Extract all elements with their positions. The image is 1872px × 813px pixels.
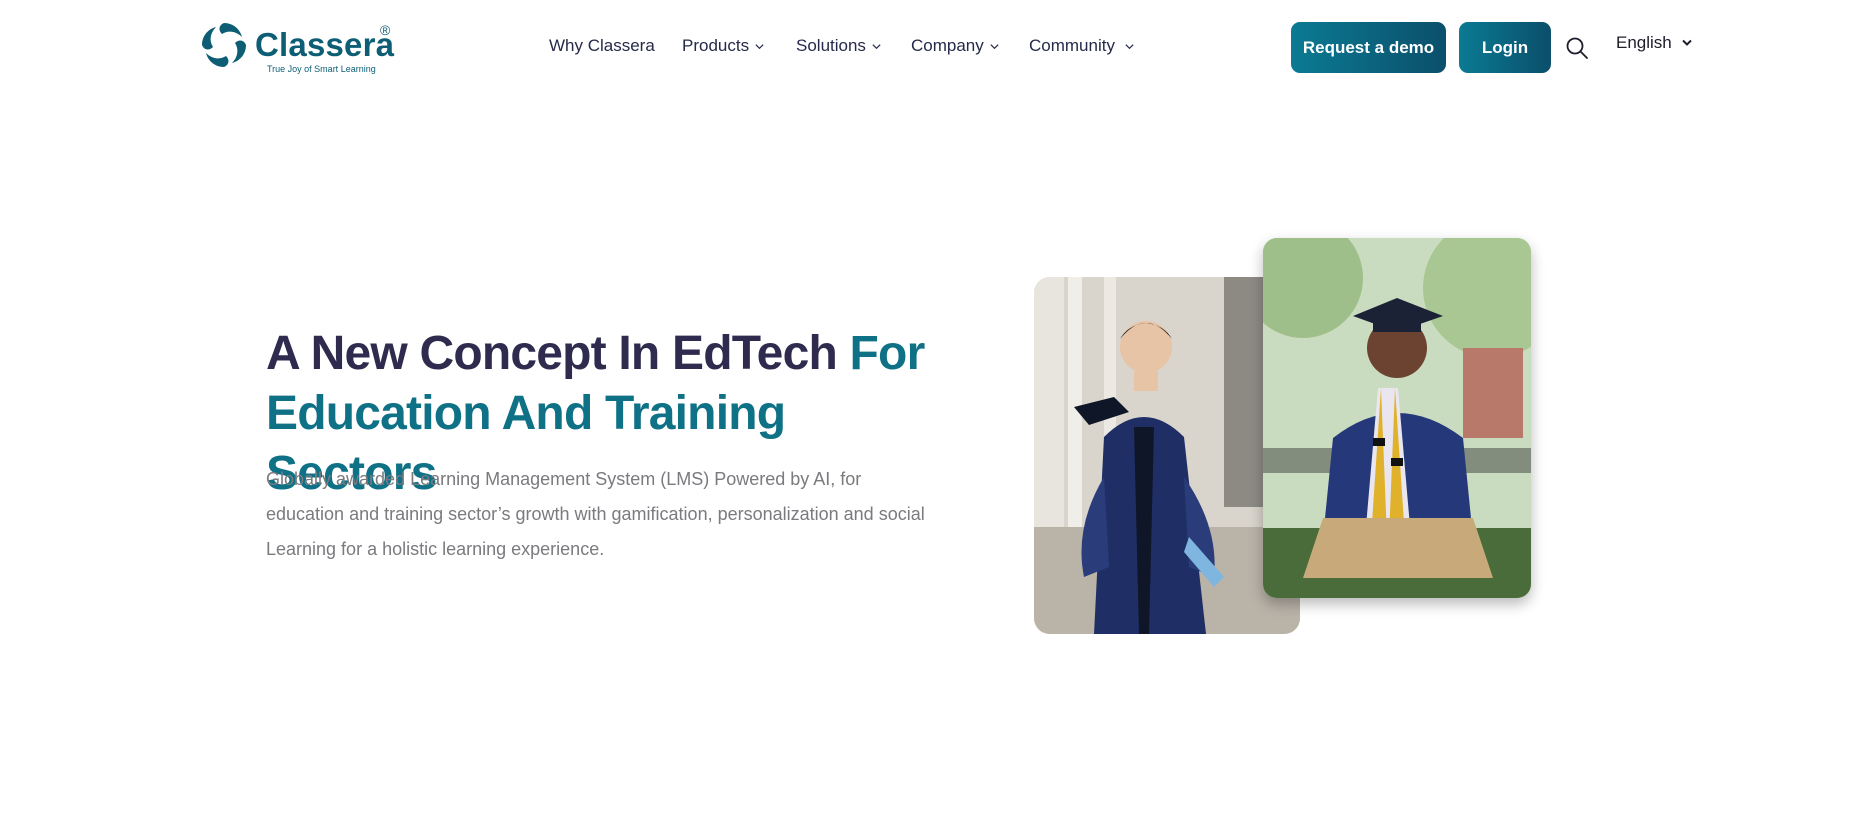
nav-item-label: Products	[682, 36, 750, 55]
chevron-down-icon	[755, 43, 764, 49]
login-button[interactable]: Login	[1459, 22, 1551, 73]
classera-logo-icon	[202, 23, 246, 67]
language-selector[interactable]: English	[1616, 33, 1692, 53]
hero-photo-graduate-seated	[1263, 238, 1531, 598]
chevron-down-icon	[1125, 43, 1134, 49]
brand-name: Classera	[255, 26, 395, 63]
nav-item-community[interactable]: Community	[1029, 36, 1135, 56]
hero-photo-graduate-gown	[1034, 277, 1300, 634]
nav-item-label: Why Classera	[549, 36, 655, 55]
search-icon[interactable]	[1565, 36, 1589, 60]
hero-description: Globally awarded Learning Management Sys…	[266, 469, 925, 559]
nav-item-label: Company	[911, 36, 984, 55]
language-label: English	[1616, 33, 1672, 52]
hero-title-accent: For	[849, 327, 926, 380]
request-demo-button[interactable]: Request a demo	[1291, 22, 1446, 73]
brand-logo[interactable]: Classera ® True Joy of Smart Learning	[200, 18, 400, 80]
caret-down-icon	[1682, 39, 1692, 46]
nav-item-label: Solutions	[796, 36, 866, 55]
graduate-gown-illustration	[1034, 277, 1300, 634]
site-header: Classera ® True Joy of Smart Learning Wh…	[0, 0, 1872, 96]
chevron-down-icon	[872, 43, 881, 49]
hero-title-dark: A New Concept In EdTech	[266, 327, 838, 380]
chevron-down-icon	[990, 43, 999, 49]
nav-item-products[interactable]: Products	[682, 36, 765, 56]
nav-item-label: Community	[1029, 36, 1115, 55]
nav-item-company[interactable]: Company	[911, 36, 1000, 56]
nav-item-why-classera[interactable]: Why Classera	[549, 36, 655, 56]
registered-mark: ®	[380, 22, 391, 38]
nav-item-solutions[interactable]: Solutions	[796, 36, 882, 56]
brand-tagline: True Joy of Smart Learning	[267, 64, 376, 74]
graduate-seated-illustration	[1263, 238, 1531, 598]
